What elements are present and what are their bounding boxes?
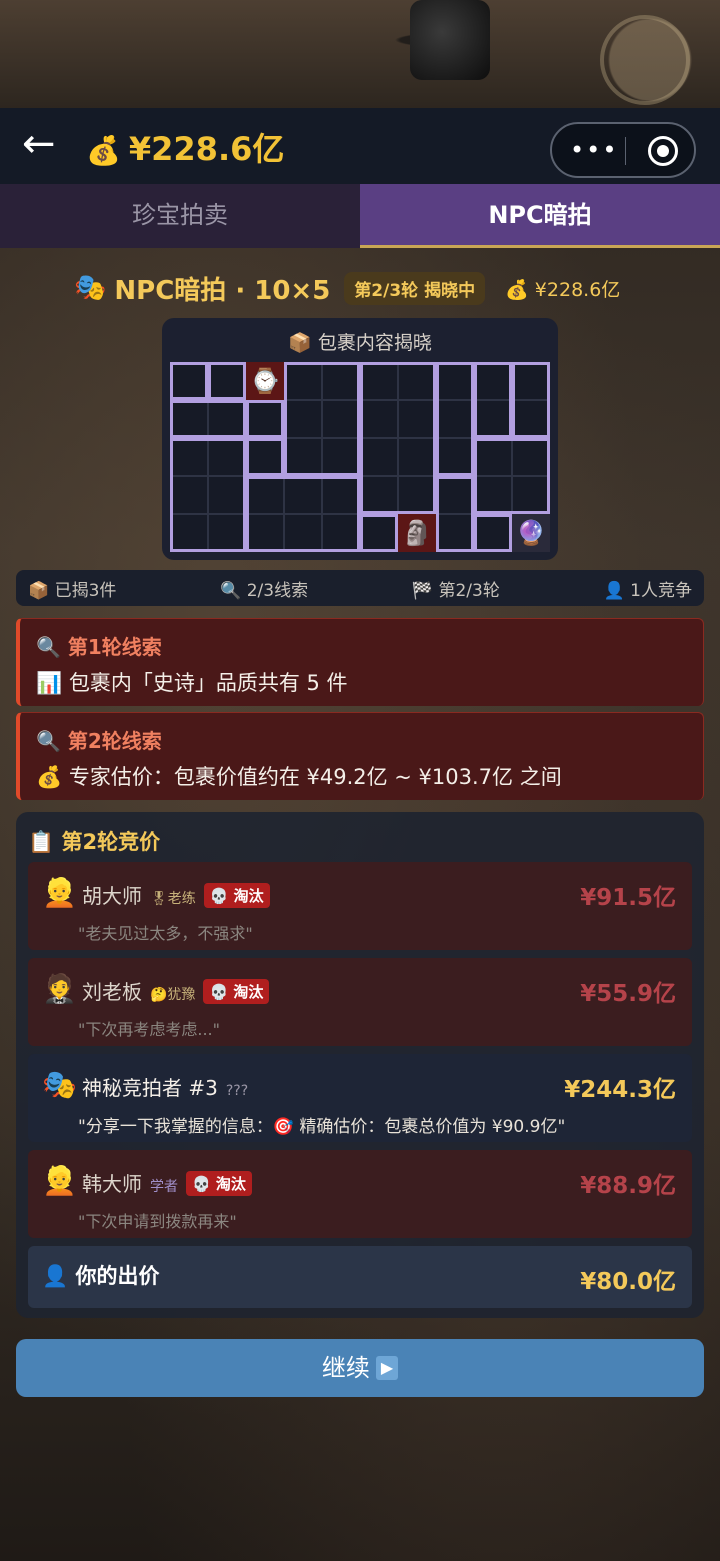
package-outline — [170, 438, 246, 552]
eliminated-badge: 💀 淘汰 — [203, 979, 270, 1004]
bidder-amount: ¥88.9亿 — [580, 1173, 676, 1199]
bidder-row: 🤵 刘老板 🤔犹豫 💀 淘汰 ¥55.9亿 "下次再考虑考虑..." — [28, 958, 692, 1046]
money-bag-icon: 💰 — [86, 134, 121, 167]
bidder-name: 胡大师 — [82, 884, 142, 908]
bidder-row: 🎭 神秘竞拍者 #3??? ¥244.3亿 "分享一下我掌握的信息：🎯 精确估价… — [28, 1054, 692, 1142]
your-bid-amount: ¥80.0亿 — [580, 1269, 676, 1295]
bidder-name-line: 神秘竞拍者 #3??? — [82, 1072, 248, 1101]
bidder-row: 👱 韩大师 学者 💀 淘汰 ¥88.9亿 "下次申请到拨款再来" — [28, 1150, 692, 1238]
package-outline — [436, 476, 474, 552]
bidder-name-line: 胡大师 🎖老练 💀 淘汰 — [82, 880, 270, 909]
bidder-name-line: 韩大师 学者 💀 淘汰 — [82, 1168, 252, 1197]
competitor-count: 👤 1人竞争 — [603, 580, 692, 601]
bidding-panel: 📋 第2轮竞价 👱 胡大师 🎖老练 💀 淘汰 ¥91.5亿 "老夫见过太多，不强求"… — [16, 812, 704, 1318]
auction-title: NPC暗拍 · 10×5 — [114, 275, 331, 306]
header-background-art — [0, 0, 720, 108]
package-outline — [284, 362, 360, 476]
round-count: 🏁 第2/3轮 — [411, 580, 500, 601]
golden-idol-item-icon[interactable]: 🗿 — [398, 514, 436, 552]
bidder-name: 刘老板 — [82, 980, 142, 1004]
bidder-quote: "下次再考虑考虑..." — [78, 1020, 220, 1039]
bidder-amount: ¥91.5亿 — [580, 885, 676, 911]
bidder-amount: ¥55.9亿 — [580, 981, 676, 1007]
package-outline — [474, 438, 550, 514]
bidder-trait-tag: 🎖老练 — [150, 891, 196, 907]
bidder-avatar-icon: 👱 — [42, 876, 77, 909]
theater-mask-icon: 🎭 — [74, 273, 107, 303]
bidding-title: 📋 第2轮竞价 — [28, 830, 161, 854]
bidder-avatar-icon: 👱 — [42, 1164, 77, 1197]
play-icon: ▶ — [375, 1356, 399, 1380]
bidder-trait-tag: ??? — [225, 1083, 249, 1099]
package-outline — [208, 362, 246, 400]
bidder-quote: "分享一下我掌握的信息：🎯 精确估价：包裹总价值为 ¥90.9亿" — [78, 1117, 566, 1137]
package-outline — [360, 514, 398, 552]
bidder-quote: "下次申请到拨款再来" — [78, 1212, 237, 1231]
bidder-name-line: 刘老板 🤔犹豫 💀 淘汰 — [82, 976, 270, 1005]
your-bid-label-line: 👤 你的出价 — [42, 1260, 159, 1290]
package-outline — [474, 362, 512, 438]
more-menu-icon[interactable]: ••• — [570, 138, 618, 162]
eliminated-badge: 💀 淘汰 — [203, 883, 270, 908]
bidder-trait-tag: 🤔犹豫 — [150, 987, 196, 1003]
close-miniprogram-icon[interactable] — [648, 136, 678, 166]
miniprogram-capsule: ••• — [550, 122, 696, 178]
mystic-orb-item-icon[interactable]: 🔮 — [512, 514, 550, 552]
tab-npc-blind-auction[interactable]: NPC暗拍 — [360, 184, 720, 248]
inkwell-decoration — [410, 0, 490, 80]
your-bid-label: 你的出价 — [75, 1264, 160, 1288]
bidder-avatar-icon: 🎭 — [42, 1068, 77, 1101]
round-status-badge: 第2/3轮 揭晓中 — [344, 271, 486, 305]
package-outline — [246, 400, 284, 438]
tab-bar: 珍宝拍卖 NPC暗拍 — [0, 184, 720, 248]
continue-label: 继续 — [321, 1354, 370, 1382]
bidder-name: 韩大师 — [82, 1172, 142, 1196]
clue-card-round-1: 🔍 第1轮线索 📊 包裹内「史诗」品质共有 5 件 — [16, 618, 704, 706]
user-icon: 👤 — [42, 1264, 69, 1288]
package-grid-title: 📦 包裹内容揭晓 — [288, 332, 432, 354]
package-outline — [246, 438, 284, 476]
package-outline — [474, 514, 512, 552]
capsule-divider — [625, 137, 626, 165]
package-outline — [436, 362, 474, 476]
clue-text: 💰 专家估价：包裹价值约在 ¥49.2亿 ~ ¥103.7亿 之间 — [36, 765, 562, 789]
bidder-amount: ¥244.3亿 — [564, 1077, 676, 1103]
bidder-quote: "老夫见过太多，不强求" — [78, 924, 253, 943]
eliminated-badge: 💀 淘汰 — [186, 1171, 252, 1196]
compass-decoration — [600, 15, 690, 105]
clue-title: 🔍 第2轮线索 — [36, 729, 162, 753]
clue-card-round-2: 🔍 第2轮线索 💰 专家估价：包裹价值约在 ¥49.2亿 ~ ¥103.7亿 之… — [16, 712, 704, 800]
player-money-value: ¥228.6亿 — [128, 130, 285, 168]
player-money: 💰 ¥228.6亿 — [86, 124, 284, 170]
package-grid-panel: 📦 包裹内容揭晓 ⌚ 🗿 🔮 — [162, 318, 558, 560]
package-outline — [170, 400, 246, 438]
package-outline — [512, 362, 550, 438]
bidder-name: 神秘竞拍者 #3 — [82, 1076, 218, 1100]
clue-count: 🔍 2/3线索 — [220, 580, 309, 601]
package-outline — [170, 362, 208, 400]
package-grid: ⌚ 🗿 🔮 — [170, 362, 550, 552]
wallet-balance: 💰 ¥228.6亿 — [505, 278, 621, 301]
your-bid-row: 👤 你的出价 ¥80.0亿 — [28, 1246, 692, 1308]
auction-title-row: 🎭 NPC暗拍 · 10×5 第2/3轮 揭晓中 💰 ¥228.6亿 — [74, 268, 620, 308]
bidder-trait-tag: 学者 — [150, 1179, 178, 1195]
back-arrow-icon[interactable]: ← — [22, 124, 72, 166]
package-outline — [360, 362, 436, 514]
auction-stats-bar: 📦 已揭3件 🔍 2/3线索 🏁 第2/3轮 👤 1人竞争 — [16, 570, 704, 606]
package-outline — [246, 476, 360, 552]
tab-treasure-auction[interactable]: 珍宝拍卖 — [0, 184, 360, 248]
continue-button[interactable]: 继续 ▶ — [16, 1339, 704, 1397]
watch-item-icon[interactable]: ⌚ — [246, 362, 284, 400]
bidder-avatar-icon: 🤵 — [42, 972, 77, 1005]
top-bar: ← 💰 ¥228.6亿 ••• — [0, 108, 720, 184]
clue-title: 🔍 第1轮线索 — [36, 635, 162, 659]
bidder-row: 👱 胡大师 🎖老练 💀 淘汰 ¥91.5亿 "老夫见过太多，不强求" — [28, 862, 692, 950]
revealed-count: 📦 已揭3件 — [28, 580, 117, 601]
clue-text: 📊 包裹内「史诗」品质共有 5 件 — [36, 671, 348, 695]
